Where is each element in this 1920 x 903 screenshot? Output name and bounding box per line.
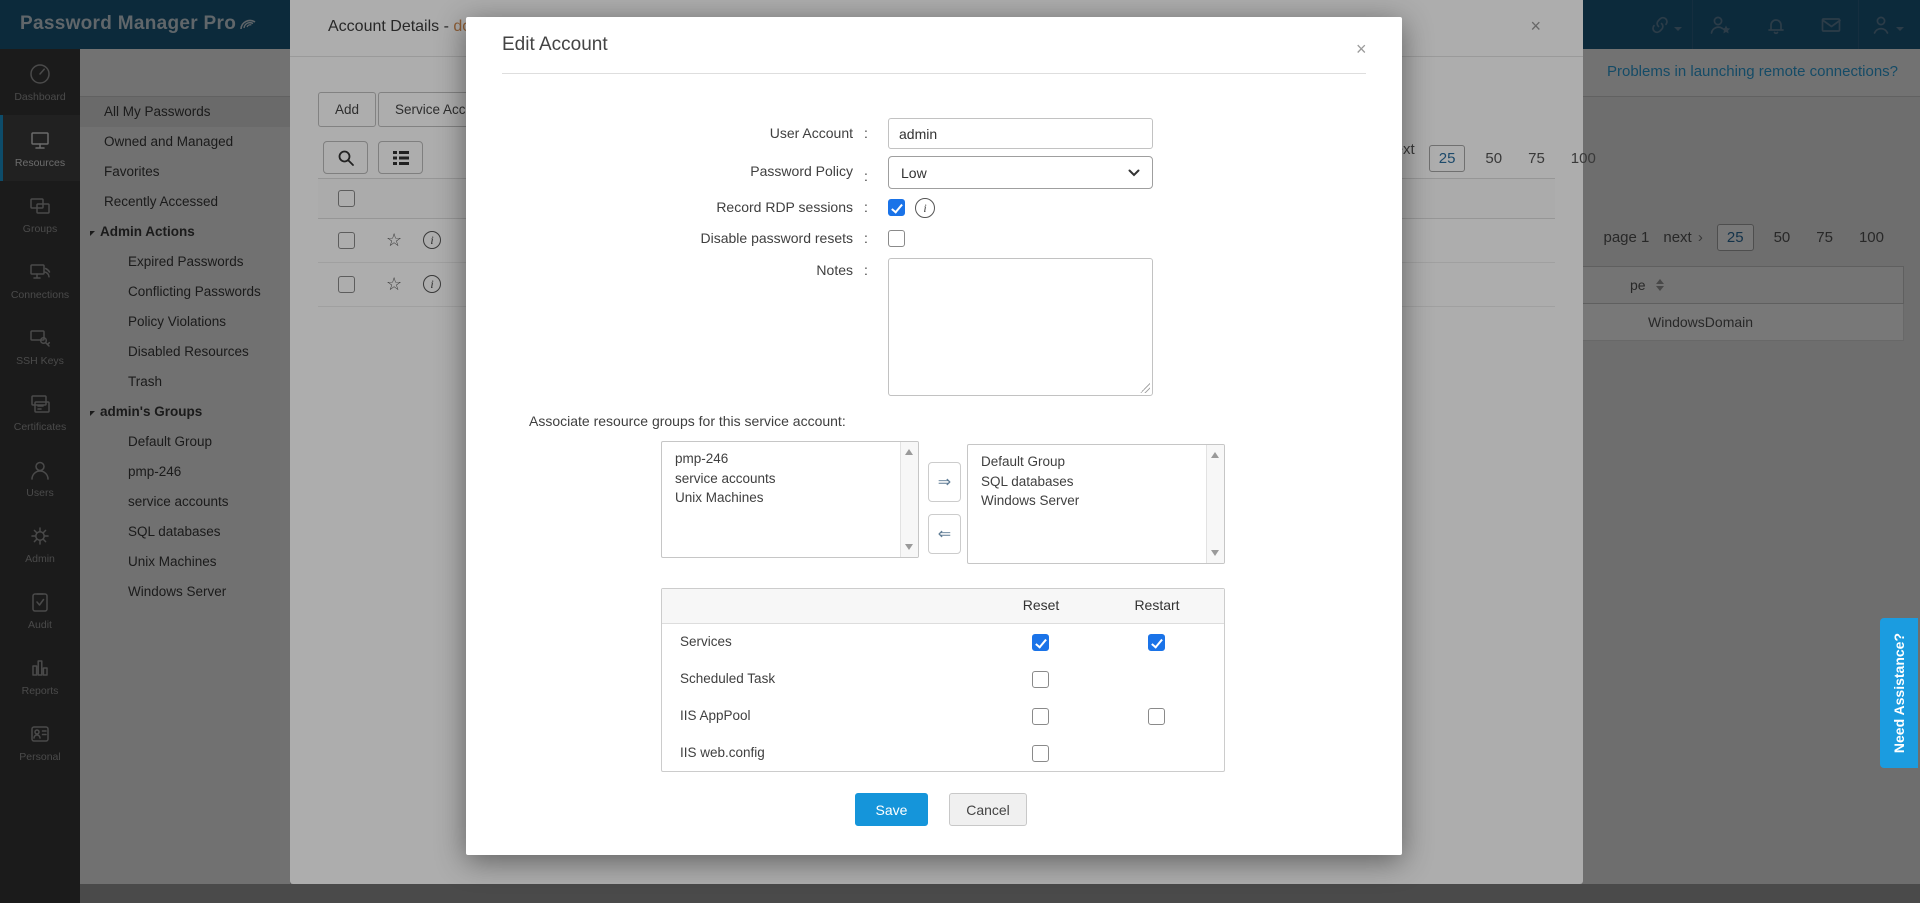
associated-groups-listbox[interactable]: Default Group SQL databases Windows Server xyxy=(967,444,1225,564)
colon: : xyxy=(864,199,868,215)
colon: : xyxy=(864,230,868,246)
cancel-button[interactable]: Cancel xyxy=(949,793,1027,826)
record-rdp-label: Record RDP sessions xyxy=(716,199,853,215)
title-divider xyxy=(502,73,1366,74)
user-account-input[interactable] xyxy=(888,118,1153,149)
modal-close-icon[interactable]: × xyxy=(1356,39,1367,60)
service-type-label: Scheduled Task xyxy=(680,671,776,686)
edit-account-modal: Edit Account × User Account : Password P… xyxy=(466,17,1402,855)
password-policy-select[interactable]: Low xyxy=(888,156,1153,189)
reset-restart-row: IIS AppPool xyxy=(662,698,1224,735)
listbox-scrollbar[interactable] xyxy=(900,442,918,557)
reset-checkbox[interactable] xyxy=(1032,671,1049,688)
reset-restart-header: Reset Restart xyxy=(662,589,1224,624)
available-groups-listbox[interactable]: pmp-246 service accounts Unix Machines xyxy=(661,441,919,558)
scroll-down-icon[interactable] xyxy=(905,544,913,550)
notes-textarea[interactable] xyxy=(888,258,1153,396)
reset-restart-row: IIS web.config xyxy=(662,735,1224,772)
notes-label: Notes xyxy=(816,262,853,278)
associate-groups-label: Associate resource groups for this servi… xyxy=(529,413,846,429)
user-account-label: User Account xyxy=(769,125,853,141)
move-right-button[interactable]: ⇒ xyxy=(928,462,961,502)
save-button[interactable]: Save xyxy=(855,793,928,826)
group-option[interactable]: Default Group xyxy=(968,452,1224,472)
listbox-scrollbar[interactable] xyxy=(1206,445,1224,563)
service-type-label: IIS AppPool xyxy=(680,708,751,723)
scroll-up-icon[interactable] xyxy=(1211,452,1219,458)
group-option[interactable]: Windows Server xyxy=(968,491,1224,511)
service-type-label: Services xyxy=(680,634,732,649)
colon: : xyxy=(864,262,868,278)
service-type-label: IIS web.config xyxy=(680,745,765,760)
reset-checkbox[interactable] xyxy=(1032,708,1049,725)
record-rdp-checkbox[interactable] xyxy=(888,199,905,216)
password-manager-pro-app: Password Manager Pro Dashboard Resources… xyxy=(0,0,1920,903)
group-option[interactable]: pmp-246 xyxy=(662,449,918,469)
disable-resets-label: Disable password resets xyxy=(700,230,853,246)
colon: : xyxy=(864,125,868,141)
disable-resets-checkbox[interactable] xyxy=(888,230,905,247)
group-option[interactable]: SQL databases xyxy=(968,472,1224,492)
reset-checkbox[interactable] xyxy=(1032,634,1049,651)
info-icon[interactable]: i xyxy=(915,198,935,218)
chevron-down-icon xyxy=(1128,169,1140,176)
reset-restart-row: Scheduled Task xyxy=(662,661,1224,698)
group-option[interactable]: Unix Machines xyxy=(662,488,918,508)
reset-column-header: Reset xyxy=(1022,597,1060,613)
move-left-button[interactable]: ⇐ xyxy=(928,514,961,554)
scroll-up-icon[interactable] xyxy=(905,449,913,455)
reset-checkbox[interactable] xyxy=(1032,745,1049,762)
modal-title: Edit Account xyxy=(502,34,608,55)
reset-restart-table: Reset Restart Services Scheduled Task II… xyxy=(661,588,1225,772)
need-assistance-tab[interactable]: Need Assistance? xyxy=(1880,618,1918,768)
need-assistance-label: Need Assistance? xyxy=(1891,632,1907,754)
group-option[interactable]: service accounts xyxy=(662,469,918,489)
password-policy-value: Low xyxy=(901,164,927,181)
restart-checkbox[interactable] xyxy=(1148,708,1165,725)
reset-restart-row: Services xyxy=(662,624,1224,661)
scroll-down-icon[interactable] xyxy=(1211,550,1219,556)
password-policy-label: Password Policy xyxy=(750,163,853,179)
restart-column-header: Restart xyxy=(1134,597,1180,613)
colon: : xyxy=(864,168,868,184)
restart-checkbox[interactable] xyxy=(1148,634,1165,651)
